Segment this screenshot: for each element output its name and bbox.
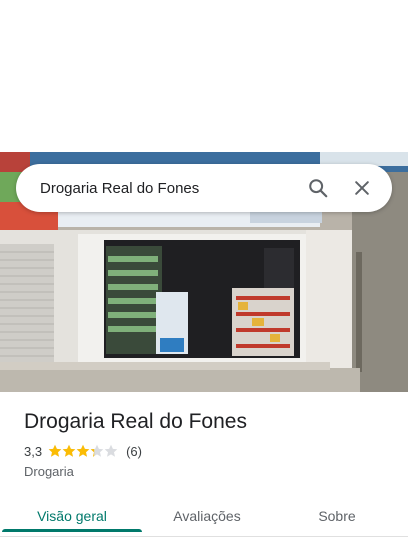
tabs-divider (0, 536, 408, 537)
clear-search-button[interactable] (344, 170, 380, 206)
star-icon (62, 444, 76, 457)
tab-label: Avaliações (173, 508, 241, 524)
search-input[interactable]: Drogaria Real do Fones (40, 180, 292, 197)
place-category[interactable]: Drogaria (24, 464, 392, 479)
star-rating (48, 444, 118, 458)
tab-reviews[interactable]: Avaliações (142, 496, 272, 536)
rating-row[interactable]: 3,3 (6) (24, 442, 392, 460)
star-icon (104, 444, 118, 457)
place-tabs: Visão geral Avaliações Sobre (0, 496, 408, 536)
search-icon (309, 179, 328, 198)
place-sheet: Drogaria Real do Fones Drogaria Real do … (0, 0, 408, 544)
tab-label: Visão geral (37, 508, 107, 524)
review-count[interactable]: (6) (126, 444, 142, 459)
place-info: Drogaria Real do Fones 3,3 (6) Drogaria (24, 408, 392, 479)
search-button[interactable] (300, 170, 336, 206)
active-tab-indicator (2, 529, 142, 532)
star-icon (90, 444, 104, 457)
tab-about[interactable]: Sobre (272, 496, 402, 536)
tab-overview[interactable]: Visão geral (2, 496, 142, 536)
tab-label: Sobre (318, 508, 356, 524)
place-title: Drogaria Real do Fones (24, 410, 247, 433)
rating-value: 3,3 (24, 443, 43, 459)
star-icon (48, 444, 62, 457)
search-bar[interactable]: Drogaria Real do Fones (16, 164, 392, 212)
star-icon (76, 444, 90, 457)
close-icon (355, 181, 369, 195)
